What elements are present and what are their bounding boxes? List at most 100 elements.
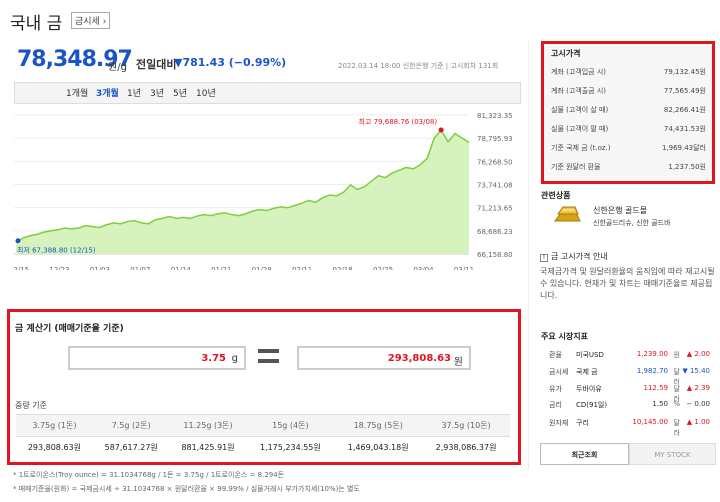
x-tick-label: 01/21: [211, 266, 231, 270]
market-unit: 달러: [673, 419, 680, 437]
market-value: 1,982.70: [636, 367, 668, 375]
x-tick-label: 02/11: [292, 266, 312, 270]
calculator-title: 금 계산기 (매매기준율 기준): [15, 324, 124, 334]
related-product-link[interactable]: 신한은행 골드몰: [593, 205, 647, 216]
price-change: ▼781.43 (−0.99%): [174, 56, 287, 69]
related-title: 관련상품: [541, 191, 571, 200]
high-label: 최고 79,688.76 (03/08): [359, 117, 438, 126]
x-tick-label: 01/03: [90, 266, 110, 270]
notice-row-value: 82,266.41원: [663, 106, 706, 114]
x-tick-label: 12/23: [49, 266, 69, 270]
info-title: ! 금 고시가격 안내: [540, 251, 608, 262]
period-3m[interactable]: 3개월: [96, 86, 119, 99]
y-tick-label: 76,268.50: [477, 158, 513, 166]
y-tick-label: 81,323.35: [477, 112, 513, 120]
weight-value: 1,175,234.55원: [246, 436, 335, 459]
x-tick-label: 01/14: [171, 266, 192, 270]
weight-value: 1,469,043.18원: [334, 436, 423, 459]
related-product-desc: 신한골드리슈, 신한 골드바: [593, 219, 671, 227]
market-item-name[interactable]: 미국USD: [576, 350, 604, 360]
tab-my-stock[interactable]: MY STOCK: [629, 443, 716, 465]
x-tick-label: 01/07: [130, 266, 150, 270]
note-base-rate: * 매매기준율(원화) = 국제금시세 ÷ 31.1034768 × 원달러환율…: [13, 485, 360, 493]
page-title: 국내 금: [10, 14, 63, 34]
weight-input-value: 3.75: [201, 353, 226, 364]
notice-row-label: 계좌 (고객출금 시): [551, 87, 606, 95]
x-tick-label: 12/15: [14, 266, 29, 270]
market-change: ▲ 1.00: [686, 418, 710, 426]
market-item-name[interactable]: CD(91일): [576, 400, 607, 410]
weight-value: 587,617.27원: [92, 436, 170, 459]
notice-row-label: 기준 원달러 환율: [551, 163, 601, 171]
high-marker: [438, 127, 444, 133]
weight-value: 881,425.91원: [169, 436, 247, 459]
y-tick-label: 68,686.23: [477, 228, 513, 236]
quote-meta: 2022.03.14 18:00 신한은행 기준 | 고시회차 131회: [338, 62, 499, 70]
bottom-tabs: 최근조회 MY STOCK: [540, 443, 716, 465]
market-change: ▼ 15.40: [682, 367, 710, 375]
market-value: 1,239.00: [636, 350, 668, 358]
x-tick-label: 02/25: [373, 266, 393, 270]
market-value: 10,145.00: [632, 418, 668, 426]
notice-row-label: 기준 국제 금 (t.oz.): [551, 144, 611, 152]
period-bar: [14, 82, 521, 104]
weight-header-row: 3.75g (1돈) 7.5g (2돈) 11.25g (3돈) 15g (4돈…: [16, 414, 510, 437]
market-change: ▲ 2.00: [686, 350, 710, 358]
market-change: − 0.00: [686, 400, 710, 408]
period-5y[interactable]: 5년: [173, 86, 187, 99]
weight-header: 15g (4돈): [246, 414, 335, 437]
note-troy-ounce: * 1트로이온스(Troy ounce) = 31.1034768g / 1돈 …: [13, 471, 285, 479]
period-10y[interactable]: 10년: [196, 86, 216, 99]
weight-header: 37.5g (10돈): [422, 414, 510, 437]
market-value: 112.59: [643, 384, 669, 392]
price-unit: 원/g: [108, 62, 127, 73]
period-1m[interactable]: 1개월: [66, 86, 88, 99]
period-1y[interactable]: 1년: [127, 86, 141, 99]
gold-price-link[interactable]: 금시세 ›: [71, 12, 111, 29]
market-item-name[interactable]: 구리: [576, 418, 589, 428]
notice-row-label: 실물 (고객이 살 때): [551, 106, 609, 114]
notice-row-label: 실물 (고객이 팔 때): [551, 125, 609, 133]
notice-row-value: 74,431.53원: [663, 125, 706, 133]
notice-row-label: 계좌 (고객입금 시): [551, 68, 606, 76]
y-tick-label: 71,213.65: [477, 205, 513, 213]
period-3y[interactable]: 3년: [150, 86, 164, 99]
weight-input-unit: g: [231, 353, 238, 364]
market-category: 원자재: [549, 419, 569, 427]
market-title: 주요 시장지표: [541, 332, 588, 341]
market-value: 1.50: [652, 400, 668, 408]
x-tick-label: 01/28: [252, 266, 272, 270]
price-output: 293,808.63 원: [297, 346, 471, 370]
weight-value: 2,938,086.37원: [422, 436, 510, 459]
market-unit: 원: [673, 351, 680, 359]
price-chart: 81,323.35 78,795.93 76,268.50 73,741.08 71,2…: [14, 112, 513, 270]
notice-row-value: 79,132.45원: [663, 68, 706, 76]
low-label: 최저 67,388.80 (12/15): [17, 246, 96, 255]
market-change: ▲ 2.39: [686, 384, 710, 392]
gold-bar-icon: [554, 206, 581, 222]
market-item-name[interactable]: 두바이유: [576, 384, 602, 394]
market-unit: %: [673, 400, 680, 408]
market-item-name[interactable]: 국제 금: [576, 367, 598, 377]
weight-header: 18.75g (5돈): [334, 414, 423, 437]
weight-input[interactable]: 3.75 g: [68, 346, 246, 370]
x-tick-label: 03/04: [413, 266, 434, 270]
market-category: 금시세: [549, 368, 569, 376]
y-tick-label: 73,741.08: [477, 182, 513, 190]
info-title-text: 금 고시가격 안내: [551, 252, 608, 261]
price-area: [16, 129, 469, 254]
x-tick-label: 03/11: [454, 266, 474, 270]
notice-row-value: 1,969.43달러: [661, 144, 706, 152]
equals-icon: [258, 349, 279, 365]
info-desc: 국제금가격 및 원달러환율의 움직임에 따라 재고시될 수 있습니다. 현재가 …: [540, 267, 715, 300]
y-tick-label: 78,795.93: [477, 135, 513, 143]
market-category: 환율: [549, 351, 562, 359]
weight-header: 11.25g (3돈): [169, 414, 247, 437]
weight-header: 7.5g (2돈): [92, 414, 170, 437]
low-marker: [15, 238, 21, 244]
weight-section-title: 중량 기준: [15, 401, 47, 410]
weight-header: 3.75g (1돈): [16, 414, 93, 437]
notice-price-title: 고시가격: [551, 49, 581, 58]
tab-recent[interactable]: 최근조회: [540, 443, 629, 465]
column-divider: [528, 40, 529, 470]
